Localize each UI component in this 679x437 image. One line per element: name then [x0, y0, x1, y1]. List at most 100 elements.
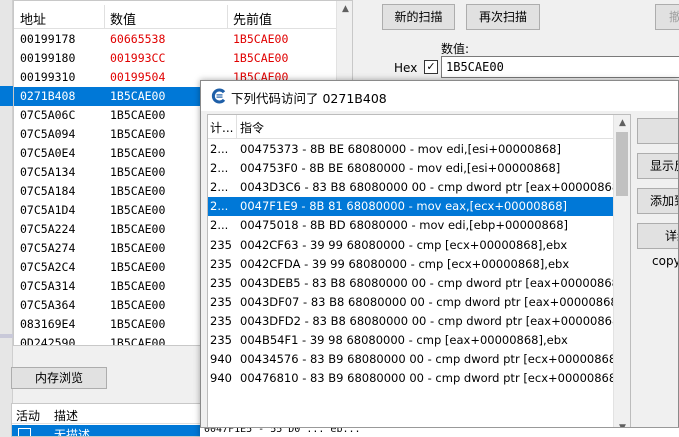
scrollbar-thumb[interactable]	[616, 132, 628, 196]
cell-value: 1B5CAE00	[110, 241, 166, 255]
value-label: 数值:	[441, 42, 470, 56]
cell-value: 1B5CAE00	[110, 146, 166, 160]
cell-instruction: 0043D3C6 - 83 B8 68080000 00 - cmp dword…	[240, 180, 631, 195]
cell-value: 1B5CAE00	[110, 184, 166, 198]
add-to-codelist-button[interactable]: 添加到代码列表	[637, 188, 678, 214]
cell-instruction: 004B54F1 - 39 98 68080000 - cmp [eax+000…	[240, 333, 568, 347]
list-item[interactable]: 235 0042CFDA - 39 99 68080000 - cmp [ecx+…	[208, 255, 613, 274]
list-item[interactable]: 2... 004753F0 - 8B BE 68080000 - mov edi,…	[208, 159, 613, 178]
cell-value: 1B5CAE00	[110, 127, 166, 141]
cell-instruction: 0043DEB5 - 83 B8 68080000 00 - cmp dword…	[240, 275, 631, 290]
cell-value: 1B5CAE00	[110, 89, 166, 103]
cell-value: 1B5CAE00	[110, 298, 166, 312]
cell-address: 07C5A364	[20, 298, 76, 312]
dialog-title-bar[interactable]: 下列代码访问了 0271B408	[201, 81, 678, 111]
cell-address: 07C5A2C4	[20, 260, 76, 274]
instruction-list-scrollbar[interactable]: ▲ ▼	[613, 115, 630, 436]
cell-instruction: 004753F0 - 8B BE 68080000 - mov edi,[esi…	[240, 161, 561, 176]
list-item[interactable]: 2... 0043D3C6 - 83 B8 68080000 00 - cmp d…	[208, 178, 630, 197]
cell-instruction: 0042CF63 - 39 99 68080000 - cmp [ecx+000…	[240, 237, 568, 252]
list-item[interactable]: 235 0043DFD2 - 83 B8 68080000 00 - cmp dw…	[208, 312, 630, 331]
cell-address: 0271B408	[20, 89, 76, 103]
table-row[interactable]: 00199178 60665538 1B5CAE00	[14, 30, 336, 49]
cell-address: 07C5A06C	[20, 108, 76, 122]
cell-value: 1B5CAE00	[110, 108, 166, 122]
cell-count: 235	[210, 333, 232, 347]
cell-previous: 1B5CAE00	[233, 32, 289, 46]
cell-address: 07C5A224	[20, 222, 76, 236]
next-scan-button[interactable]: 再次扫描	[466, 4, 540, 30]
cell-value: 1B5CAE00	[110, 317, 166, 331]
cell-count: 2...	[210, 218, 229, 233]
cell-value: 001993CC	[110, 51, 166, 65]
new-scan-button[interactable]: 新的扫描	[382, 4, 455, 30]
cell-address: 07C5A134	[20, 165, 76, 179]
cheat-table[interactable]: 活动 描述 无描述	[11, 403, 201, 437]
list-item[interactable]: 940 00434576 - 83 B9 68080000 00 - cmp dw…	[208, 350, 630, 369]
cell-value: 60665538	[110, 32, 166, 46]
list-item[interactable]: 235 0043DEB5 - 83 B8 68080000 00 - cmp dw…	[208, 274, 630, 293]
cell-address: 07C5A0E4	[20, 146, 76, 160]
code-access-dialog: 下列代码访问了 0271B408 计... 指令 2... 00475373 - …	[200, 80, 679, 437]
column-previous[interactable]: 先前值	[233, 9, 272, 28]
cell-instruction: 0047F1E9 - 8B 81 68080000 - mov eax,[ecx…	[240, 199, 568, 214]
list-item[interactable]: 2... 0047F1E9 - 8B 81 68080000 - mov eax,…	[208, 197, 613, 217]
list-item[interactable]: 2... 00475018 - 8B BD 68080000 - mov edi,…	[208, 216, 613, 235]
cell-address: 0D242590	[20, 336, 76, 346]
scroll-up-arrow-icon[interactable]: ▲	[614, 115, 630, 132]
list-item[interactable]: 2... 00475373 - 8B BE 68080000 - mov edi,…	[208, 140, 613, 159]
cell-count: 235	[210, 256, 232, 271]
cell-address: 07C5A184	[20, 184, 76, 198]
cell-previous: 1B5CAE00	[233, 51, 289, 65]
list-item[interactable]: 940 00476810 - 83 B9 68080000 00 - cmp dw…	[208, 369, 630, 388]
show-disassembler-button[interactable]: 显示反汇编程序	[637, 153, 678, 179]
cell-address: 07C5A314	[20, 279, 76, 293]
cheat-engine-icon	[211, 88, 226, 104]
dialog-bottom-field[interactable]: 0047F1E5 - 55 D0 ... eb...	[200, 427, 679, 437]
cell-count: 2...	[210, 199, 229, 214]
active-checkbox[interactable]	[18, 428, 31, 436]
copy-label[interactable]: copy	[652, 254, 678, 268]
memory-view-button[interactable]: 内存浏览	[11, 367, 107, 389]
cheat-table-header: 活动 描述	[12, 404, 200, 424]
more-info-button[interactable]: 详细信息	[637, 223, 678, 249]
left-edge-selection	[0, 86, 13, 106]
instruction-list[interactable]: 计... 指令 2... 00475373 - 8B BE 68080000 - …	[207, 114, 631, 436]
cell-address: 07C5A094	[20, 127, 76, 141]
cell-instruction: 0043DF07 - 83 B8 68080000 00 - cmp dword…	[240, 294, 631, 309]
list-item[interactable]: 235 0043DF07 - 83 B8 68080000 00 - cmp dw…	[208, 293, 630, 312]
hex-checkbox[interactable]: ✓	[424, 60, 438, 74]
replace-button[interactable]	[637, 118, 678, 144]
cell-count: 235	[210, 237, 232, 252]
column-address[interactable]: 地址	[20, 9, 46, 28]
cell-count: 235	[210, 275, 232, 290]
cell-count: 940	[210, 371, 232, 386]
row-description: 无描述	[54, 428, 91, 437]
cell-value: 1B5CAE00	[110, 203, 166, 217]
cell-value: 1B5CAE00	[110, 222, 166, 236]
cell-instruction: 00434576 - 83 B9 68080000 00 - cmp dword…	[240, 352, 631, 367]
cell-count: 2...	[210, 161, 229, 176]
cheat-table-row[interactable]: 无描述	[12, 425, 200, 437]
cell-instruction: 0042CFDA - 39 99 68080000 - cmp [ecx+000…	[240, 256, 570, 271]
cell-address: 00199180	[20, 51, 76, 65]
scroll-up-arrow-icon[interactable]: ▲	[337, 1, 352, 18]
column-active[interactable]: 活动	[16, 407, 40, 424]
instruction-list-header: 计... 指令	[208, 115, 613, 139]
cell-count: 2...	[210, 180, 229, 195]
cell-instruction: 0043DFD2 - 83 B8 68080000 00 - cmp dword…	[240, 313, 631, 328]
cell-value: 1B5CAE00	[110, 165, 166, 179]
column-instruction[interactable]: 指令	[240, 119, 264, 136]
cell-instruction: 00476810 - 83 B9 68080000 00 - cmp dword…	[240, 371, 631, 386]
cell-count: 940	[210, 352, 232, 367]
table-row[interactable]: 00199180 001993CC 1B5CAE00	[14, 49, 336, 68]
scan-value-input[interactable]: 1B5CAE00	[441, 56, 679, 78]
undo-scan-button[interactable]: 撤	[655, 4, 679, 30]
list-item[interactable]: 235 0042CF63 - 39 99 68080000 - cmp [ecx+…	[208, 236, 613, 255]
column-value[interactable]: 数值	[110, 9, 136, 28]
list-item[interactable]: 235 004B54F1 - 39 98 68080000 - cmp [eax+…	[208, 331, 613, 350]
cell-value: 1B5CAE00	[110, 336, 166, 346]
hex-label: Hex	[394, 61, 418, 75]
column-description[interactable]: 描述	[54, 407, 78, 424]
column-count[interactable]: 计...	[210, 119, 233, 136]
